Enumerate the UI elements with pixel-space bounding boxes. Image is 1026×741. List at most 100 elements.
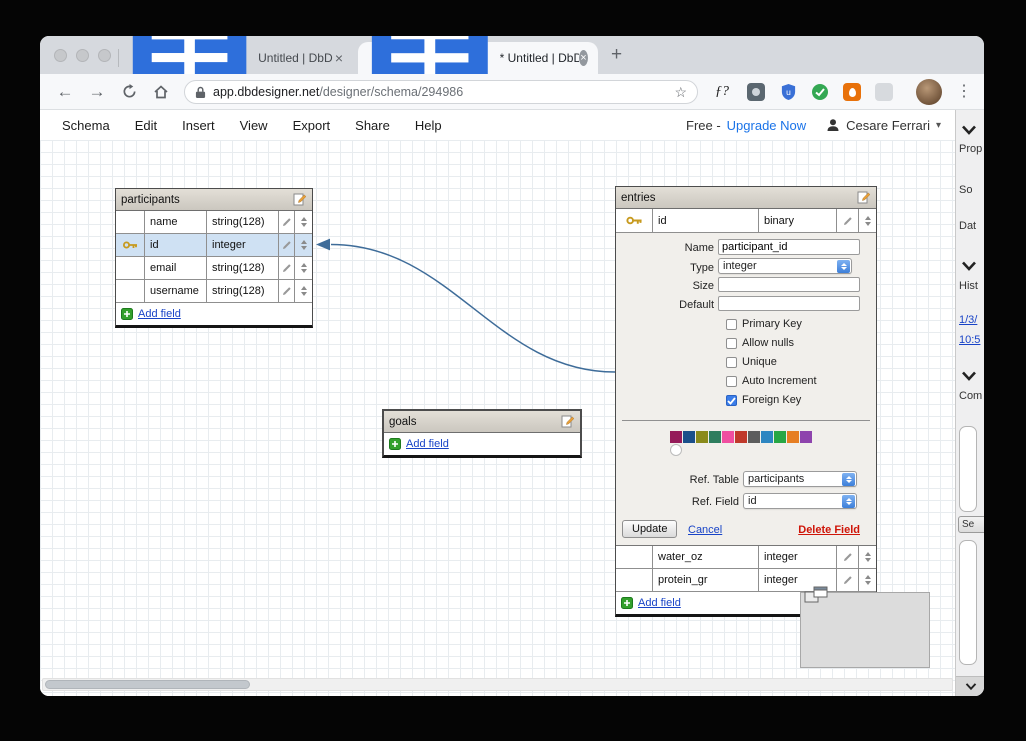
field-default-input[interactable] bbox=[718, 296, 860, 311]
reload-icon[interactable] bbox=[118, 74, 140, 109]
back-arrow-icon[interactable]: ← bbox=[54, 74, 76, 109]
table-row[interactable]: water_oz integer bbox=[616, 546, 876, 569]
pencil-icon[interactable] bbox=[836, 569, 858, 591]
table-row[interactable]: id binary bbox=[616, 209, 876, 233]
sort-arrows-icon[interactable] bbox=[858, 569, 876, 591]
tab-close-icon[interactable]: × bbox=[333, 51, 345, 65]
ref-table-select[interactable]: participants bbox=[743, 471, 857, 487]
green-check-extension-icon[interactable] bbox=[810, 82, 830, 102]
color-swatch[interactable] bbox=[787, 431, 799, 443]
menu-insert[interactable]: Insert bbox=[182, 118, 215, 133]
sort-arrows-icon[interactable] bbox=[294, 257, 312, 279]
edit-table-icon[interactable] bbox=[561, 415, 575, 428]
delete-field-link[interactable]: Delete Field bbox=[798, 524, 860, 536]
traffic-light-zoom[interactable] bbox=[98, 49, 111, 62]
table-row[interactable]: username string(128) bbox=[116, 280, 312, 303]
sidebar-section-comments[interactable]: Com bbox=[959, 390, 982, 402]
pencil-icon[interactable] bbox=[278, 234, 294, 256]
table-entries[interactable]: entries id binary Name Type bbox=[615, 186, 877, 617]
caret-down-icon[interactable]: ▾ bbox=[936, 120, 941, 131]
color-swatch[interactable] bbox=[774, 431, 786, 443]
forward-arrow-icon[interactable]: → bbox=[86, 74, 108, 109]
pencil-icon[interactable] bbox=[278, 257, 294, 279]
unique-checkbox[interactable] bbox=[726, 357, 737, 368]
user-name[interactable]: Cesare Ferrari bbox=[846, 118, 930, 133]
tab-active[interactable]: * Untitled | DbDesigner.net × bbox=[358, 36, 598, 116]
gray-badge-extension-icon[interactable] bbox=[746, 82, 766, 102]
menu-view[interactable]: View bbox=[240, 118, 268, 133]
history-time-link[interactable]: 10:5 bbox=[959, 334, 980, 346]
table-row[interactable]: protein_gr integer bbox=[616, 569, 876, 592]
table-header-entries[interactable]: entries bbox=[616, 187, 876, 209]
edit-table-icon[interactable] bbox=[293, 193, 307, 206]
orange-flame-extension-icon[interactable] bbox=[842, 82, 862, 102]
cancel-link[interactable]: Cancel bbox=[688, 524, 722, 536]
color-swatch[interactable] bbox=[670, 444, 682, 456]
type-select[interactable]: integer bbox=[718, 258, 852, 274]
color-swatch[interactable] bbox=[761, 431, 773, 443]
table-goals[interactable]: goals Add field bbox=[382, 409, 582, 458]
browser-menu-dots-icon[interactable]: ⋮ bbox=[956, 82, 972, 102]
menu-share[interactable]: Share bbox=[355, 118, 390, 133]
chevron-down-icon[interactable] bbox=[961, 124, 977, 136]
sidebar-scroll-down[interactable] bbox=[956, 676, 984, 696]
bookmark-star-icon[interactable]: ☆ bbox=[674, 84, 687, 101]
update-button[interactable]: Update bbox=[622, 520, 678, 538]
field-name-input[interactable] bbox=[718, 239, 860, 255]
sort-arrows-icon[interactable] bbox=[294, 280, 312, 302]
edit-table-icon[interactable] bbox=[857, 191, 871, 204]
color-swatch[interactable] bbox=[670, 431, 682, 443]
home-icon[interactable] bbox=[150, 74, 172, 109]
pencil-icon[interactable] bbox=[278, 211, 294, 233]
auto-increment-checkbox[interactable] bbox=[726, 376, 737, 387]
sort-arrows-icon[interactable] bbox=[858, 546, 876, 568]
disabled-extension-icon[interactable] bbox=[874, 82, 894, 102]
sidebar-scroll-track[interactable] bbox=[959, 540, 977, 665]
sort-arrows-icon[interactable] bbox=[294, 211, 312, 233]
sort-arrows-icon[interactable] bbox=[858, 209, 876, 232]
tab-close-icon[interactable]: × bbox=[579, 50, 588, 66]
table-row-highlighted[interactable]: id integer bbox=[116, 234, 312, 257]
new-tab-button[interactable]: + bbox=[611, 45, 622, 64]
address-bar[interactable]: app.dbdesigner.net/designer/schema/29498… bbox=[184, 80, 698, 104]
primary-key-checkbox[interactable] bbox=[726, 319, 737, 330]
upgrade-now-link[interactable]: Upgrade Now bbox=[727, 118, 807, 133]
color-swatch[interactable] bbox=[683, 431, 695, 443]
add-field-link[interactable]: Add field bbox=[406, 438, 449, 450]
menu-edit[interactable]: Edit bbox=[135, 118, 157, 133]
pencil-icon[interactable] bbox=[836, 209, 858, 232]
color-swatch[interactable] bbox=[709, 431, 721, 443]
color-swatch[interactable] bbox=[696, 431, 708, 443]
traffic-light-close[interactable] bbox=[54, 49, 67, 62]
ublock-shield-extension-icon[interactable]: u bbox=[778, 82, 798, 102]
foreign-key-checkbox[interactable] bbox=[726, 395, 737, 406]
chevron-down-icon[interactable] bbox=[961, 370, 977, 382]
allow-nulls-checkbox[interactable] bbox=[726, 338, 737, 349]
sidebar-section-history[interactable]: Hist bbox=[959, 280, 978, 292]
table-row[interactable]: email string(128) bbox=[116, 257, 312, 280]
color-swatch[interactable] bbox=[722, 431, 734, 443]
pencil-icon[interactable] bbox=[278, 280, 294, 302]
schema-canvas[interactable]: participants name string(128) id integer bbox=[40, 140, 955, 696]
horizontal-scrollbar-thumb[interactable] bbox=[45, 680, 250, 689]
profile-avatar[interactable] bbox=[916, 79, 942, 105]
chevron-down-icon[interactable] bbox=[961, 260, 977, 272]
cascade-windows-icon[interactable] bbox=[804, 586, 830, 606]
table-header-goals[interactable]: goals bbox=[384, 411, 580, 433]
pencil-icon[interactable] bbox=[836, 546, 858, 568]
color-swatch[interactable] bbox=[800, 431, 812, 443]
field-size-input[interactable] bbox=[718, 277, 860, 292]
color-swatch[interactable] bbox=[735, 431, 747, 443]
menu-help[interactable]: Help bbox=[415, 118, 442, 133]
tab-inactive[interactable]: Untitled | DbDesigner.net × bbox=[119, 36, 355, 115]
table-header-participants[interactable]: participants bbox=[116, 189, 312, 211]
color-swatch[interactable] bbox=[748, 431, 760, 443]
add-field-link[interactable]: Add field bbox=[638, 597, 681, 609]
ref-field-select[interactable]: id bbox=[743, 493, 857, 509]
table-participants[interactable]: participants name string(128) id integer bbox=[115, 188, 313, 328]
history-date-link[interactable]: 1/3/ bbox=[959, 314, 977, 326]
menu-schema[interactable]: Schema bbox=[62, 118, 110, 133]
sidebar-se-button[interactable]: Se bbox=[958, 516, 984, 533]
add-field-link[interactable]: Add field bbox=[138, 308, 181, 320]
sidebar-scroll-track[interactable] bbox=[959, 426, 977, 512]
